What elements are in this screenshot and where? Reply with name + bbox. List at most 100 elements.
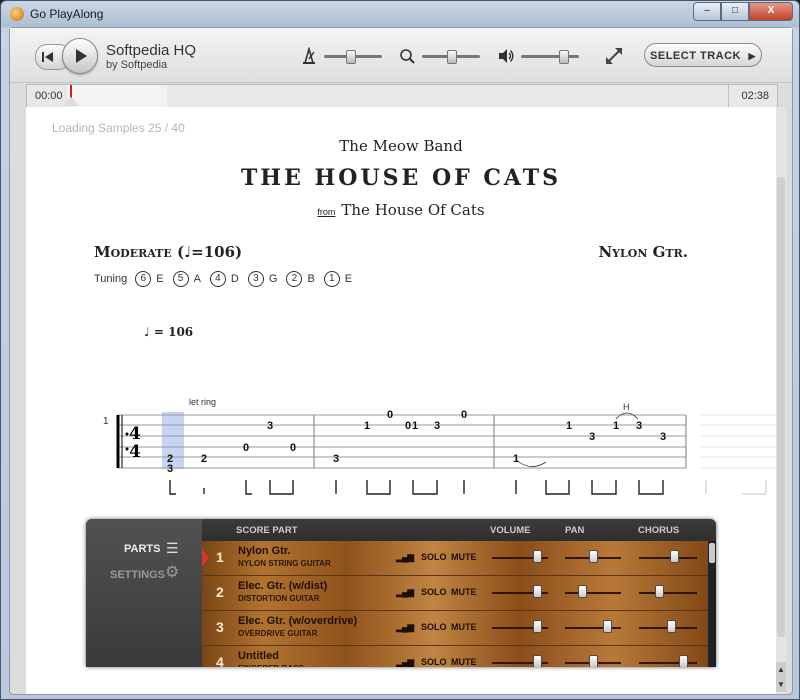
tab-notes: 232 030 310 0 1 30 113 1 33 bbox=[167, 409, 666, 475]
svg-text:2: 2 bbox=[201, 453, 207, 465]
pan-slider-knob[interactable] bbox=[577, 585, 587, 598]
solo-button[interactable]: SOLO bbox=[421, 657, 447, 667]
fullscreen-icon[interactable] bbox=[604, 46, 624, 66]
pan-slider-knob[interactable] bbox=[589, 655, 598, 667]
solo-button[interactable]: SOLO bbox=[421, 622, 447, 632]
mute-button[interactable]: MUTE bbox=[451, 657, 477, 667]
string-note: E bbox=[156, 273, 164, 285]
album-prefix: from bbox=[317, 207, 336, 217]
track-name: Elec. Gtr. (w/overdrive) bbox=[238, 615, 358, 627]
tablature-staff: 1 4 4 let ring H 232 030 310 0 1 30 113 13… bbox=[103, 397, 776, 495]
timeline-loaded-region bbox=[67, 85, 167, 107]
string-note: A bbox=[193, 273, 201, 285]
app-icon bbox=[10, 7, 24, 21]
string-number: 1 bbox=[323, 271, 340, 287]
string-number: 3 bbox=[247, 271, 264, 287]
track-number: 4 bbox=[216, 654, 224, 667]
pan-slider-track[interactable] bbox=[565, 592, 621, 594]
svg-text:0: 0 bbox=[290, 442, 296, 454]
speaker-icon[interactable] bbox=[497, 47, 515, 65]
pan-slider-track[interactable] bbox=[565, 627, 621, 629]
svg-text:3: 3 bbox=[636, 420, 642, 432]
volume-slider-knob[interactable] bbox=[532, 620, 542, 633]
volume-slider-knob[interactable] bbox=[532, 550, 542, 563]
chorus-slider-knob[interactable] bbox=[678, 655, 688, 667]
score-title: THE HOUSE OF CATS bbox=[240, 165, 562, 191]
mixer-panel: PARTS ☰ SETTINGS ⚙ SCORE PART VOLUME PAN… bbox=[86, 519, 716, 667]
title-bar[interactable]: Go PlayAlong – □ X bbox=[1, 1, 799, 27]
app-window: Go PlayAlong – □ X Softpedia HQ by Softp… bbox=[0, 0, 800, 700]
volume-slider-knob[interactable] bbox=[532, 655, 542, 667]
play-button[interactable] bbox=[62, 38, 98, 74]
mixer-sidebar: PARTS ☰ SETTINGS ⚙ bbox=[86, 519, 202, 667]
track-number: 1 bbox=[216, 549, 224, 565]
close-button[interactable]: X bbox=[749, 2, 793, 21]
gear-icon[interactable]: ⚙ bbox=[165, 564, 183, 582]
pan-slider-knob[interactable] bbox=[603, 620, 612, 633]
speed-slider-knob[interactable] bbox=[447, 50, 457, 64]
maximize-button[interactable]: □ bbox=[721, 2, 749, 21]
signal-bars-icon: ▂▄▆ bbox=[396, 657, 414, 667]
album-name: The House Of Cats bbox=[341, 201, 485, 219]
mute-button[interactable]: MUTE bbox=[451, 552, 477, 562]
chorus-slider-track[interactable] bbox=[639, 557, 697, 559]
metronome-icon[interactable] bbox=[300, 46, 318, 65]
mixer-header: SCORE PART VOLUME PAN CHORUS bbox=[202, 519, 716, 541]
score-scrollbar-thumb[interactable] bbox=[777, 177, 785, 637]
settings-tab[interactable]: SETTINGS bbox=[110, 569, 165, 581]
timeline[interactable]: 00:00 02:38 bbox=[26, 84, 778, 108]
track-list-scrollbar-thumb[interactable] bbox=[709, 543, 715, 563]
loading-status: Loading Samples 25 / 40 bbox=[52, 121, 185, 135]
svg-text:1: 1 bbox=[566, 420, 572, 432]
track-row[interactable]: 1 Nylon Gtr. NYLON STRING GUITAR ▂▄▆ SOLO MUT… bbox=[202, 541, 716, 576]
chorus-slider-track[interactable] bbox=[639, 662, 697, 664]
track-name: Untitled bbox=[238, 650, 279, 662]
chorus-slider-knob[interactable] bbox=[669, 550, 679, 563]
svg-text:0: 0 bbox=[405, 420, 411, 432]
chorus-slider-knob[interactable] bbox=[655, 585, 665, 598]
track-row[interactable]: 4 Untitled FINGERED BASS ▂▄▆ SOLO MUTE bbox=[202, 646, 716, 667]
mute-button[interactable]: MUTE bbox=[451, 587, 477, 597]
measure-number: 1 bbox=[103, 416, 109, 427]
time-total: 02:38 bbox=[741, 90, 769, 102]
mute-button[interactable]: MUTE bbox=[451, 622, 477, 632]
signal-bars-icon: ▂▄▆ bbox=[396, 622, 414, 632]
parts-tab[interactable]: PARTS bbox=[124, 543, 160, 555]
track-row[interactable]: 3 Elec. Gtr. (w/overdrive) OVERDRIVE GUITA… bbox=[202, 611, 716, 646]
header-score-part: SCORE PART bbox=[236, 525, 298, 536]
chorus-slider-knob[interactable] bbox=[666, 620, 676, 633]
playhead-handle[interactable] bbox=[62, 97, 80, 106]
time-sig-top: 4 bbox=[129, 424, 141, 444]
minimize-button[interactable]: – bbox=[693, 2, 721, 21]
scroll-stepper[interactable]: ▲ ▼ bbox=[776, 662, 786, 692]
select-track-label: SELECT TRACK bbox=[650, 50, 741, 62]
score-scrollbar[interactable] bbox=[776, 107, 786, 694]
track-instrument: NYLON STRING GUITAR bbox=[238, 559, 331, 568]
volume-slider-knob[interactable] bbox=[558, 50, 569, 64]
svg-text:0: 0 bbox=[243, 442, 249, 454]
svg-text:1: 1 bbox=[412, 420, 418, 432]
volume-slider-knob[interactable] bbox=[532, 585, 542, 598]
track-list-scrollbar[interactable] bbox=[708, 541, 716, 667]
select-track-button[interactable]: SELECT TRACK ▶ bbox=[644, 43, 762, 67]
track-instrument: DISTORTION GUITAR bbox=[238, 594, 320, 603]
track-row[interactable]: 2 Elec. Gtr. (w/dist) DISTORTION GUITAR ▂▄▆… bbox=[202, 576, 716, 611]
volume-control bbox=[497, 47, 581, 65]
svg-text:1: 1 bbox=[513, 453, 519, 465]
speed-icon[interactable] bbox=[398, 47, 416, 65]
chorus-slider-track[interactable] bbox=[639, 592, 697, 594]
pan-slider-knob[interactable] bbox=[589, 550, 598, 563]
volume-slider-track[interactable] bbox=[521, 55, 579, 58]
list-icon[interactable]: ☰ bbox=[166, 539, 182, 557]
next-system-faded bbox=[701, 414, 776, 495]
string-note: B bbox=[307, 273, 315, 285]
solo-button[interactable]: SOLO bbox=[421, 587, 447, 597]
tuning-string: 3G bbox=[247, 271, 277, 287]
play-icon bbox=[76, 49, 87, 63]
track-number: 3 bbox=[216, 619, 224, 635]
solo-button[interactable]: SOLO bbox=[421, 552, 447, 562]
svg-text:0: 0 bbox=[461, 409, 467, 421]
tempo-label: Moderate ( bbox=[94, 243, 185, 261]
tempo-mark: ♩ = 106 bbox=[144, 325, 193, 339]
metronome-slider-knob[interactable] bbox=[346, 50, 357, 64]
